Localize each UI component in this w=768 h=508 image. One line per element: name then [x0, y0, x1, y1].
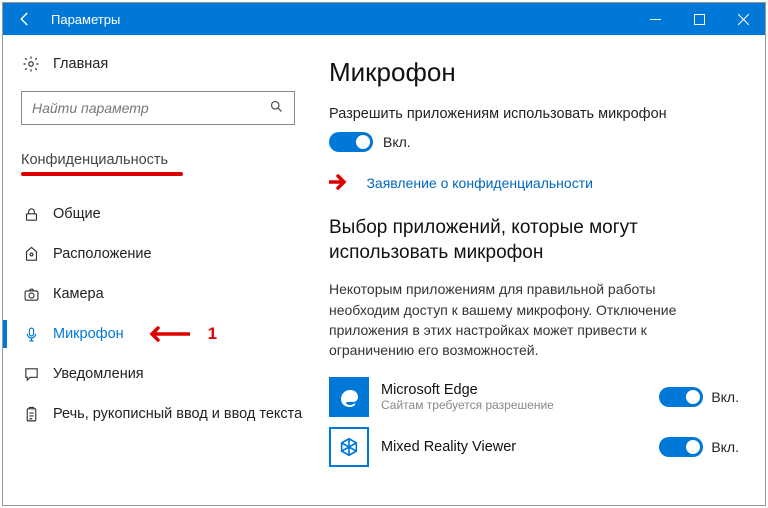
- edge-icon: [329, 377, 369, 417]
- allow-apps-label: Разрешить приложениям использовать микро…: [329, 106, 739, 122]
- sidebar-item-label: Расположение: [53, 246, 152, 262]
- close-button[interactable]: [721, 3, 765, 35]
- location-icon: [21, 246, 41, 263]
- app-toggle-mrv[interactable]: [659, 437, 703, 457]
- sidebar-item-speech[interactable]: Речь, рукописный ввод и ввод текста: [21, 394, 329, 434]
- sidebar-item-label: Уведомления: [53, 366, 144, 382]
- app-toggle-state: Вкл.: [711, 439, 739, 455]
- settings-window: Параметры Главная: [2, 2, 766, 506]
- master-toggle-state: Вкл.: [383, 134, 411, 150]
- body: Главная Конфиденциальность Общие Располо…: [3, 35, 765, 505]
- search-box[interactable]: [21, 91, 295, 125]
- minimize-button[interactable]: [633, 3, 677, 35]
- gear-icon: [21, 55, 41, 73]
- sidebar-item-location[interactable]: Расположение: [21, 234, 329, 274]
- app-toggle-col: Вкл.: [659, 387, 739, 407]
- sidebar-section-title: Конфиденциальность: [21, 152, 168, 168]
- lock-icon: [21, 206, 41, 223]
- chat-icon: [21, 366, 41, 383]
- search-icon: [269, 99, 284, 118]
- close-icon: [738, 14, 749, 25]
- app-toggle-edge[interactable]: [659, 387, 703, 407]
- mic-icon: [21, 326, 41, 343]
- app-sub: Сайтам требуется разрешение: [381, 398, 647, 412]
- choose-apps-heading: Выбор приложений, которые могут использо…: [329, 216, 739, 265]
- app-toggle-state: Вкл.: [711, 389, 739, 405]
- app-row-edge: Microsoft Edge Сайтам требуется разрешен…: [329, 377, 739, 417]
- sidebar-item-camera[interactable]: Камера: [21, 274, 329, 314]
- sidebar-item-label: Речь, рукописный ввод и ввод текста: [53, 406, 302, 422]
- clipboard-icon: [21, 406, 41, 423]
- arrow-left-icon: [16, 10, 34, 28]
- sidebar-item-microphone[interactable]: Микрофон 1: [21, 314, 329, 354]
- maximize-icon: [694, 14, 705, 25]
- sidebar-item-label: Камера: [53, 286, 104, 302]
- app-info: Mixed Reality Viewer: [381, 439, 647, 455]
- annotation-underline: [21, 172, 183, 176]
- app-info: Microsoft Edge Сайтам требуется разрешен…: [381, 382, 647, 412]
- sidebar-item-label: Общие: [53, 206, 101, 222]
- sidebar: Главная Конфиденциальность Общие Располо…: [3, 35, 329, 505]
- camera-icon: [21, 286, 41, 303]
- back-button[interactable]: [3, 3, 47, 35]
- master-toggle-row: Вкл.: [329, 132, 739, 152]
- titlebar: Параметры: [3, 3, 765, 35]
- privacy-statement-link[interactable]: Заявление о конфиденциальности: [366, 175, 592, 191]
- sidebar-item-label: Микрофон: [53, 326, 124, 342]
- privacy-link-row: 2 Заявление о конфиденциальности: [329, 170, 739, 196]
- mixed-reality-icon: [329, 427, 369, 467]
- page-heading: Микрофон: [329, 57, 739, 88]
- app-name: Microsoft Edge: [381, 382, 647, 398]
- sidebar-item-notifications[interactable]: Уведомления: [21, 354, 329, 394]
- main-content: Микрофон Разрешить приложениям использов…: [329, 35, 765, 505]
- app-row-mrv: Mixed Reality Viewer Вкл.: [329, 427, 739, 467]
- home-label: Главная: [53, 56, 108, 72]
- app-name: Mixed Reality Viewer: [381, 439, 647, 455]
- window-title: Параметры: [51, 12, 633, 27]
- annotation-arrow-2: [329, 170, 350, 196]
- home-nav[interactable]: Главная: [21, 55, 329, 73]
- minimize-icon: [650, 14, 661, 25]
- maximize-button[interactable]: [677, 3, 721, 35]
- sidebar-item-general[interactable]: Общие: [21, 194, 329, 234]
- search-input[interactable]: [32, 100, 269, 116]
- master-toggle[interactable]: [329, 132, 373, 152]
- window-controls: [633, 3, 765, 35]
- annotation-number-1: 1: [208, 324, 217, 344]
- choose-apps-desc: Некоторым приложениям для правильной раб…: [329, 279, 709, 360]
- annotation-arrow-1: [146, 326, 190, 342]
- app-toggle-col: Вкл.: [659, 437, 739, 457]
